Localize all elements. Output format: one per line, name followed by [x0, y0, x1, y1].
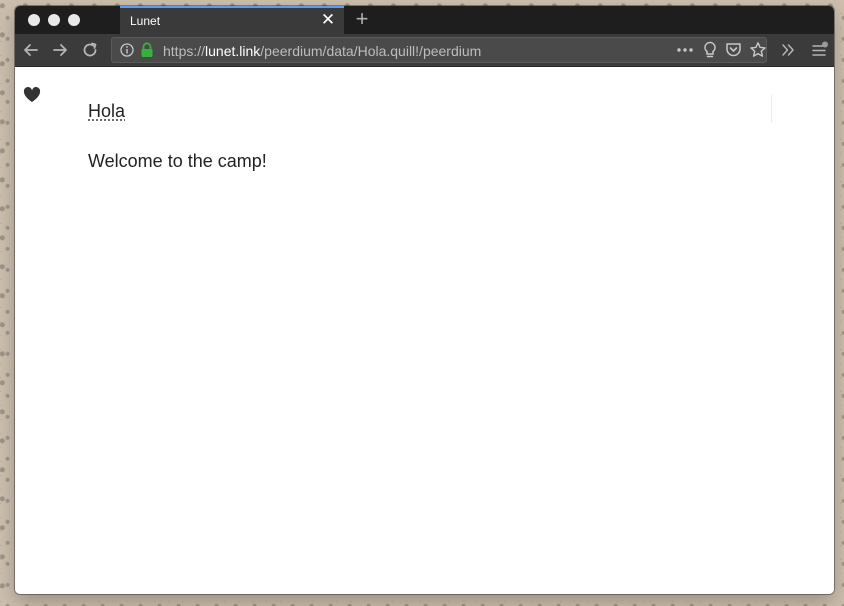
- tab-close-icon[interactable]: ✕: [320, 11, 336, 28]
- back-arrow-icon[interactable]: [21, 40, 41, 60]
- sidebar-divider: [771, 95, 772, 123]
- new-tab-icon[interactable]: +: [351, 8, 373, 30]
- tab-bar: Lunet ✕ +: [15, 6, 834, 34]
- minimize-window-button[interactable]: [48, 14, 60, 26]
- lock-icon[interactable]: [140, 42, 154, 58]
- url-text[interactable]: https://lunet.link/peerdium/data/Hola.qu…: [163, 43, 481, 59]
- browser-window: Lunet ✕ + https://lunet.link/peerdium/da…: [15, 6, 834, 594]
- heart-icon[interactable]: [23, 87, 41, 103]
- overflow-chevrons-icon[interactable]: [780, 42, 796, 58]
- reload-icon[interactable]: [80, 40, 100, 60]
- pocket-icon[interactable]: [725, 42, 742, 58]
- menu-icon[interactable]: [811, 41, 829, 59]
- lightbulb-icon[interactable]: [702, 41, 718, 59]
- close-window-button[interactable]: [28, 14, 40, 26]
- url-scheme: https://: [163, 43, 206, 59]
- tab-title: Lunet: [130, 14, 161, 28]
- page-body-text[interactable]: Welcome to the camp!: [88, 151, 267, 172]
- tab-lunet[interactable]: Lunet ✕: [120, 6, 344, 34]
- page-content: Hola Welcome to the camp!: [15, 67, 834, 594]
- forward-arrow-icon[interactable]: [50, 40, 70, 60]
- page-actions-icon[interactable]: [676, 45, 694, 55]
- url-domain: lunet.link: [205, 43, 261, 59]
- url-path: /peerdium/data/Hola.quill!/peerdium: [260, 43, 482, 59]
- url-bar[interactable]: https://lunet.link/peerdium/data/Hola.qu…: [111, 37, 767, 63]
- zoom-window-button[interactable]: [68, 14, 80, 26]
- bookmark-star-icon[interactable]: [749, 41, 767, 59]
- navigation-toolbar: https://lunet.link/peerdium/data/Hola.qu…: [15, 34, 834, 67]
- page-title[interactable]: Hola: [88, 101, 125, 122]
- info-icon[interactable]: [120, 43, 134, 57]
